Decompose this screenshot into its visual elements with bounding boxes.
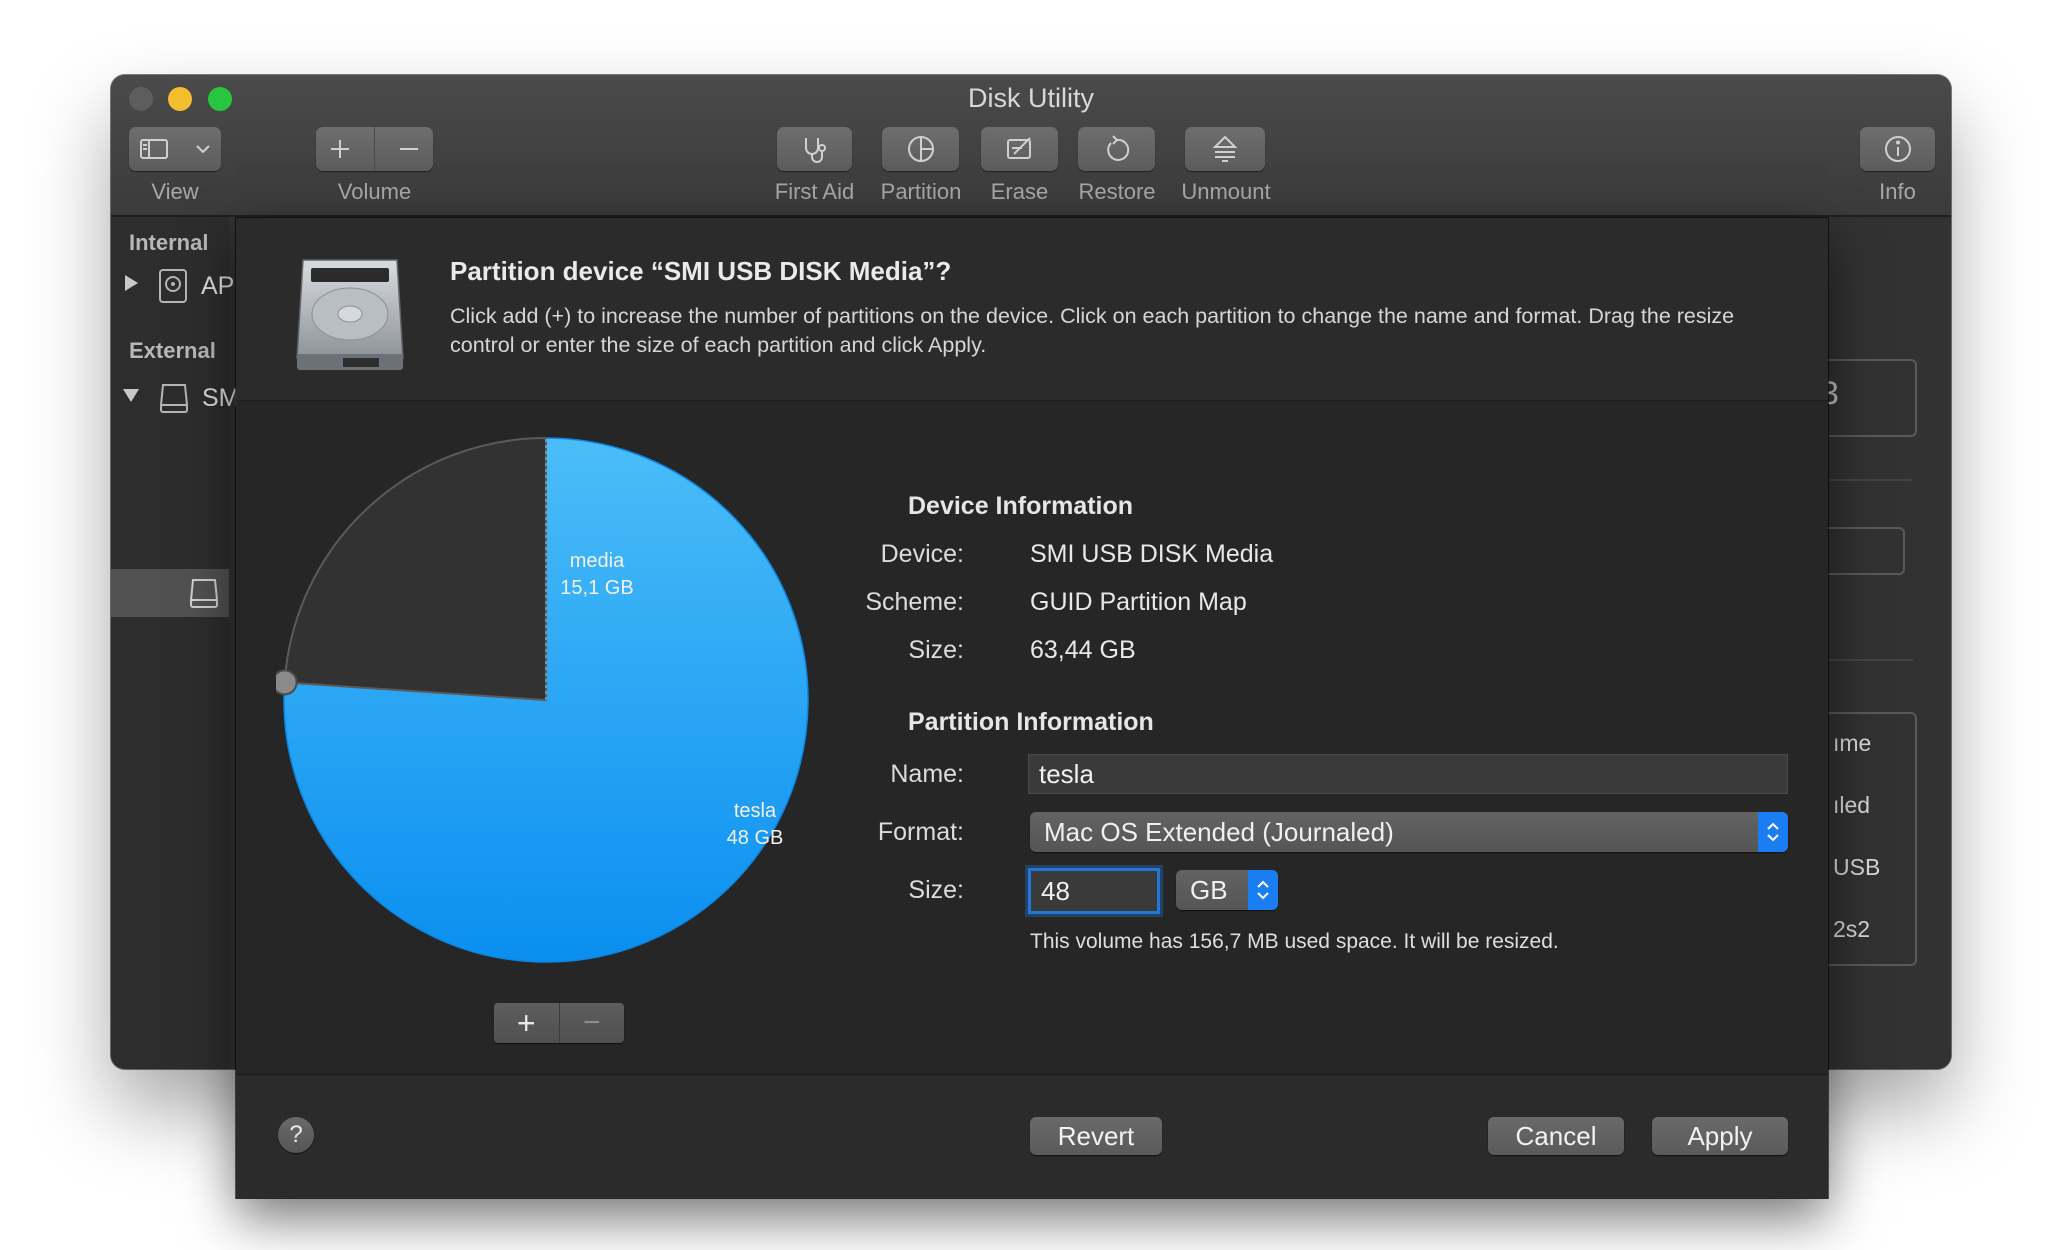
sidebar-internal-header: Internal [129,230,209,255]
chevron-down-icon [196,145,210,154]
sidebar: Internal AP External SM [111,217,240,1069]
partition-name-field[interactable]: tesla [1028,754,1788,794]
eject-icon [1212,135,1238,162]
add-partition-button[interactable]: + [494,1003,560,1043]
info-table-row: USB [1833,854,1881,880]
window-title: Disk Utility [968,83,1094,113]
device-size-value: 63,44 GB [1030,636,1136,664]
info-table-row: ıled [1833,792,1871,818]
sidebar-toggle-icon [140,139,168,159]
restore-arrow-icon [1106,135,1129,161]
format-popup-value: Mac OS Extended (Journaled) [1044,816,1394,847]
view-label: View [151,179,199,204]
device-info-heading: Device Information [908,492,1134,520]
restore-button[interactable] [1078,127,1155,171]
size-unit-popup[interactable]: GB [1176,870,1278,910]
dialog-header: Partition device “SMI USB DISK Media”? C… [236,218,1828,401]
view-button[interactable] [129,127,221,171]
dialog-title: Partition device “SMI USB DISK Media”? [450,256,952,286]
cancel-button[interactable]: Cancel [1488,1117,1624,1155]
disclosure-triangle-collapsed-icon[interactable] [125,275,138,291]
partition-size-field[interactable]: 48 [1028,868,1160,914]
device-value: SMI USB DISK Media [1030,540,1274,568]
unmount-label: Unmount [1181,179,1271,204]
size-unit-value: GB [1190,874,1228,905]
format-label: Format: [877,818,964,846]
sidebar-item-internal-disk[interactable]: AP [201,272,234,301]
device-size-label: Size: [908,636,964,664]
volume-label: Volume [337,179,412,204]
add-volume-icon[interactable] [327,136,353,162]
help-button[interactable]: ? [278,1117,314,1153]
sidebar-item-external-disk[interactable]: SM [202,384,240,413]
updown-chevron-icon [1758,812,1788,852]
partition-info-heading: Partition Information [908,708,1154,736]
partition-add-remove-control: + − [494,1003,624,1043]
info-icon [1884,136,1911,162]
first-aid-label: First Aid [774,179,855,204]
volume-icon [189,579,219,608]
remove-partition-button[interactable]: − [560,1003,625,1043]
dialog-footer: ? Revert Cancel Apply [236,1074,1828,1199]
pie-label-media: media 15,1 GB [517,548,677,602]
titlebar: Disk Utility View Volume First Aid Parti… [111,75,1951,217]
device-label: Device: [880,540,964,568]
scheme-label: Scheme: [865,588,964,616]
partition-size-label: Size: [908,876,964,904]
sidebar-external-header: External [129,338,216,363]
hard-drive-icon [296,259,404,370]
info-table-row: ıme [1833,730,1872,756]
format-popup[interactable]: Mac OS Extended (Journaled) [1030,812,1788,852]
volume-segmented-control [316,127,433,171]
partition-dialog: Partition device “SMI USB DISK Media”? C… [236,218,1828,1199]
partition-label: Partition [880,179,962,204]
capacity-box: 3 [1813,359,1917,437]
resize-note: This volume has 156,7 MB used space. It … [1030,930,1559,953]
apply-button[interactable]: Apply [1652,1117,1788,1155]
erase-label: Erase [990,179,1049,204]
unmount-button[interactable] [1185,127,1265,171]
sidebar-item-volume-selected[interactable] [111,569,229,617]
revert-button[interactable]: Revert [1030,1117,1162,1155]
disclosure-triangle-expanded-icon[interactable] [123,389,139,402]
pie-partition-icon [907,136,934,162]
slice-name-media: media [569,550,625,572]
partition-button[interactable] [882,127,959,171]
dialog-description: Click add (+) to increase the number of … [450,304,1735,357]
remove-volume-icon[interactable] [396,136,422,162]
stethoscope-icon [804,138,826,163]
updown-chevron-icon [1248,870,1278,910]
info-button[interactable] [1860,127,1935,171]
partition-pie-chart[interactable] [276,430,816,970]
name-label: Name: [890,760,964,788]
info-table-row: 2s2 [1833,916,1871,942]
info-label: Info [1879,179,1916,204]
pie-slice-media[interactable] [283,436,547,702]
scheme-value: GUID Partition Map [1030,588,1247,616]
info-table: ıme ıled USB 2s2 [1813,712,1917,966]
erase-button[interactable] [981,127,1058,171]
restore-label: Restore [1078,179,1156,204]
eraser-pencil-icon [1006,137,1031,159]
slice-size-media: 15,1 GB [560,577,634,599]
resize-handle[interactable] [276,669,298,696]
internal-disk-icon [159,269,187,303]
detail-pane: 3 ıme ıled USB 2s2 [1813,217,1951,1069]
first-aid-button[interactable] [777,127,852,171]
external-disk-icon [159,384,189,413]
